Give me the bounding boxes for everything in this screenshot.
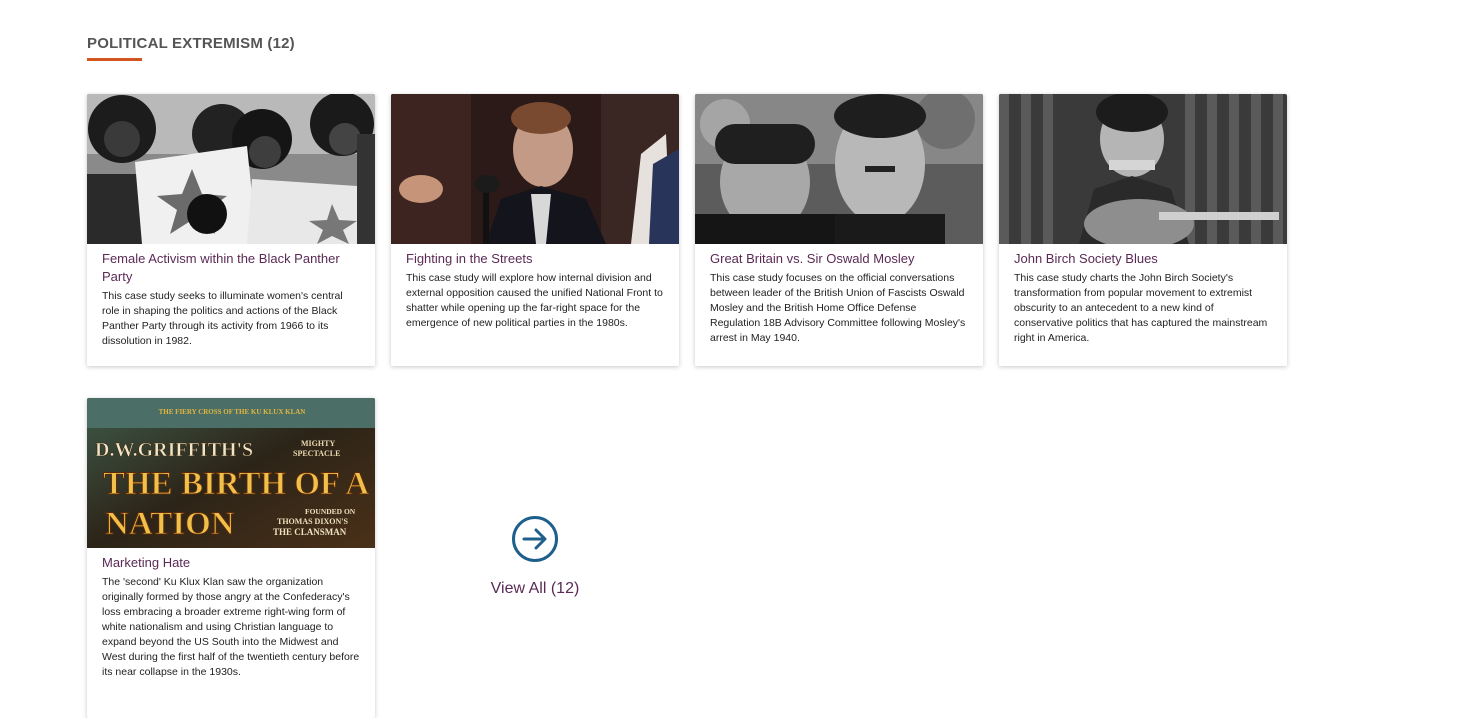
poster-line1: D.W.GRIFFITH'S xyxy=(95,439,253,461)
man-speaking-at-microphone-photo xyxy=(391,94,679,244)
card-title[interactable]: Great Britain vs. Sir Oswald Mosley xyxy=(710,250,968,268)
poster-spectacle: SPECTACLE xyxy=(293,449,340,458)
card-title[interactable]: John Birch Society Blues xyxy=(1014,250,1272,268)
card-title[interactable]: Marketing Hate xyxy=(102,554,360,572)
card-description: This case study seeks to illuminate wome… xyxy=(102,290,343,347)
view-all-label[interactable]: View All (12) xyxy=(490,580,580,598)
case-study-card-oswald-mosley[interactable]: Great Britain vs. Sir Oswald Mosley This… xyxy=(695,94,983,366)
card-title[interactable]: Fighting in the Streets xyxy=(406,250,664,268)
case-study-card-black-panther[interactable]: Female Activism within the Black Panther… xyxy=(87,94,375,366)
poster-founded3: THE CLANSMAN xyxy=(273,527,347,537)
poster-founded2: THOMAS DIXON'S xyxy=(277,517,348,526)
section-title: POLITICAL EXTREMISM (12) xyxy=(87,35,295,52)
black-panther-women-photo xyxy=(87,94,375,244)
card-description: The 'second' Ku Klux Klan saw the organi… xyxy=(102,576,360,678)
card-title[interactable]: Female Activism within the Black Panther… xyxy=(102,250,360,286)
card-description: This case study will explore how interna… xyxy=(406,272,663,329)
poster-mighty: MIGHTY xyxy=(301,439,335,448)
view-all-link[interactable]: View All (12) xyxy=(490,515,580,598)
political-extremism-section: POLITICAL EXTREMISM (12) Female Activism… xyxy=(87,0,1387,718)
card-description: This case study charts the John Birch So… xyxy=(1014,272,1268,344)
case-study-card-john-birch[interactable]: John Birch Society Blues This case study… xyxy=(999,94,1287,366)
poster-top-text: THE FIERY CROSS OF THE KU KLUX KLAN xyxy=(159,408,306,416)
arrow-right-circle-icon[interactable] xyxy=(511,515,559,563)
card-description: This case study focuses on the official … xyxy=(710,272,966,344)
case-study-card-marketing-hate[interactable]: THE FIERY CROSS OF THE KU KLUX KLAN D.W.… xyxy=(87,398,375,718)
poster-founded1: FOUNDED ON xyxy=(305,507,356,516)
title-underline xyxy=(87,58,142,61)
case-study-card-fighting-streets[interactable]: Fighting in the Streets This case study … xyxy=(391,94,679,366)
poster-line2: THE BIRTH OF A xyxy=(103,466,369,502)
poster-line3: NATION xyxy=(105,506,235,542)
two-men-portrait-photo xyxy=(695,94,983,244)
birth-of-a-nation-poster: THE FIERY CROSS OF THE KU KLUX KLAN D.W.… xyxy=(87,398,375,548)
guitar-harmonica-player-photo xyxy=(999,94,1287,244)
